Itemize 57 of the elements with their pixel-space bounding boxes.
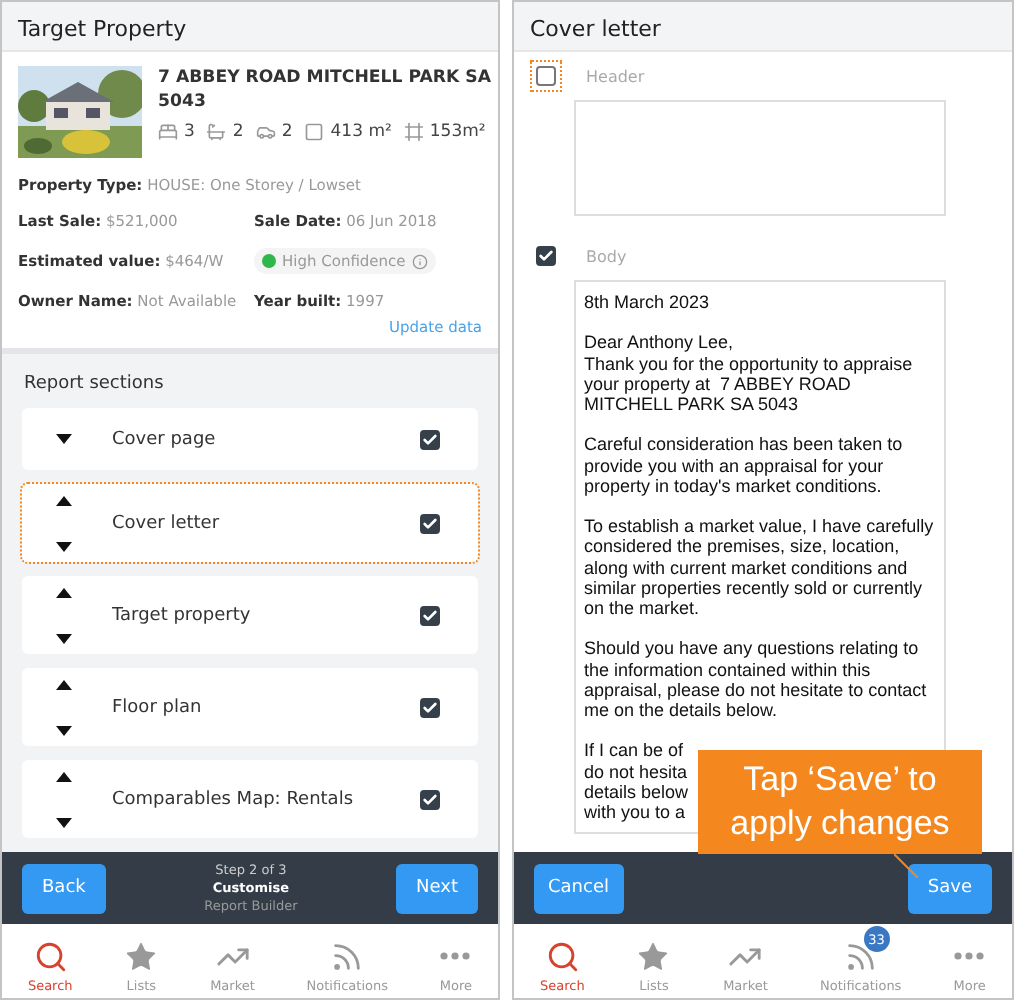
feed-icon (330, 940, 365, 974)
move-down-icon[interactable] (56, 725, 72, 735)
section-label: Cover letter (112, 513, 222, 533)
search-icon (33, 940, 68, 974)
screen-title: Target Property (2, 2, 498, 52)
cancel-button[interactable]: Cancel (534, 863, 623, 913)
check-icon (422, 515, 438, 531)
checkbox[interactable] (530, 240, 562, 272)
leader-line (894, 854, 918, 878)
floor-icon (403, 122, 424, 142)
move-up-icon[interactable] (56, 495, 72, 505)
next-button[interactable]: Next (396, 863, 478, 913)
section-label: Target property (112, 605, 253, 625)
feature-value: 153m² (429, 122, 486, 142)
move-up-icon[interactable] (56, 587, 72, 597)
car-icon (255, 122, 276, 142)
back-button[interactable]: Back (22, 863, 106, 913)
property-address: 7 ABBEY ROAD MITCHELL PARK SA 5043 (158, 66, 492, 114)
checkbox[interactable] (530, 60, 562, 92)
bath-icon (206, 122, 227, 142)
move-down-icon[interactable] (56, 817, 72, 827)
check-icon (422, 431, 438, 447)
section-label: Comparables Map: Rentals (112, 789, 356, 809)
move-down-icon[interactable] (56, 633, 72, 643)
feature-value: 2 (281, 122, 293, 142)
star-icon (636, 940, 671, 974)
report-section-row[interactable]: Floor plan (20, 666, 480, 748)
info-icon (411, 253, 428, 269)
more-icon (440, 952, 471, 960)
report-section-row[interactable]: Cover page (20, 406, 480, 472)
feature-value: 413 m² (330, 122, 392, 142)
check-icon (422, 607, 438, 623)
search-icon (545, 940, 580, 974)
report-section-row[interactable]: Comparables Map: Rentals (20, 758, 480, 840)
field-label: Header (586, 67, 645, 85)
section-label: Floor plan (112, 697, 204, 717)
section-label: Cover page (112, 429, 218, 449)
report-section-row[interactable]: Target property (20, 574, 480, 656)
field-label: Body (586, 247, 627, 265)
report-section-row[interactable]: Cover letter (20, 482, 480, 564)
land-icon (304, 122, 325, 142)
move-up-icon[interactable] (56, 679, 72, 689)
feature-value: 3 (184, 122, 195, 142)
callout: Tap ‘Save’ to apply changes (698, 750, 982, 854)
check-icon (422, 791, 438, 807)
star-icon (124, 940, 159, 974)
more-icon (954, 952, 985, 960)
section-heading: Report sections (24, 374, 166, 394)
move-up-icon[interactable] (56, 771, 72, 781)
feature-value: 2 (232, 122, 244, 142)
save-button[interactable]: Save (907, 863, 992, 913)
bed-icon (158, 122, 178, 142)
check-icon (538, 248, 554, 264)
check-icon (422, 699, 438, 715)
move-down-icon[interactable] (56, 434, 72, 444)
screen-title: Cover letter (514, 2, 1012, 52)
move-down-icon[interactable] (56, 541, 72, 551)
